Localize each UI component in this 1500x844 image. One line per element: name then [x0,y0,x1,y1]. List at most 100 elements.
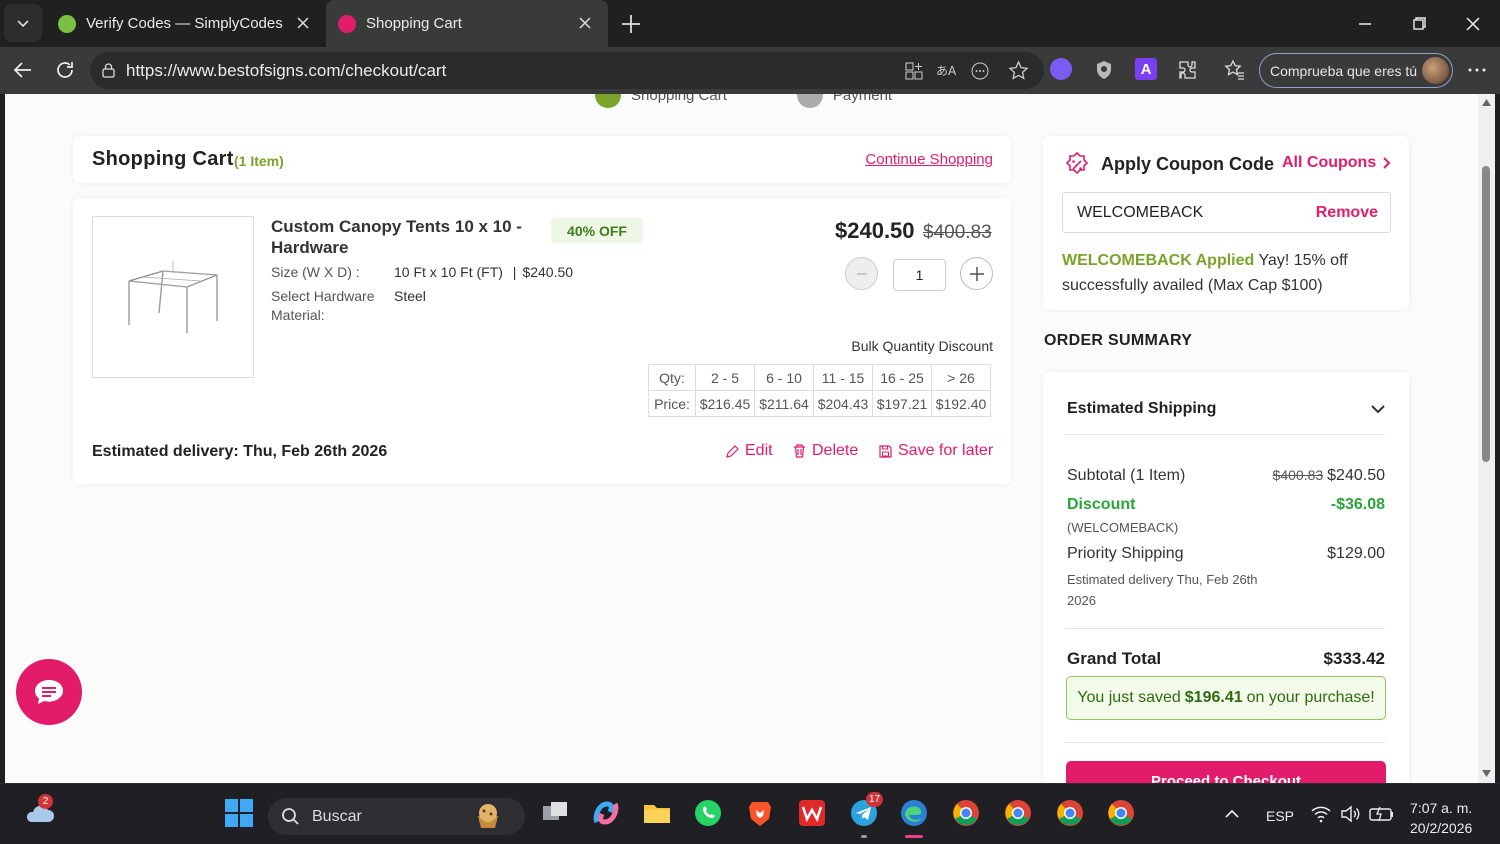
settings-more-icon[interactable] [1465,58,1489,82]
table-cell: 6 - 10 [754,364,814,391]
clock-time: 7:07 a. m. [1410,800,1473,816]
translate-icon[interactable]: あA [936,61,958,81]
product-name[interactable]: Custom Canopy Tents 10 x 10 - Hardware [271,216,531,258]
table-cell: $204.43 [813,390,873,417]
minimize-icon[interactable] [1353,12,1377,36]
show-hidden-icons-chevron-up-icon[interactable] [1222,804,1242,824]
savings-prefix: You just saved [1077,689,1181,706]
back-arrow-icon[interactable] [11,58,35,82]
discount-row: Discount -$36.08 [1067,496,1385,514]
continue-shopping-link[interactable]: Continue Shopping [865,151,993,168]
savings-banner: You just saved $196.41 on your purchase! [1066,676,1386,720]
step-label: Shopping Cart [631,94,727,104]
notification-badge: 2 [38,794,53,809]
site-info-lock-icon[interactable] [100,62,117,79]
all-coupons-link[interactable]: All Coupons [1282,154,1392,172]
chrome-profile-1-button[interactable] [951,798,981,828]
address-bar[interactable]: https://www.bestofsigns.com/checkout/car… [90,52,1044,89]
coupon-code-field[interactable]: WELCOMEBACK Remove [1062,192,1391,233]
tab-actions-menu[interactable] [4,4,42,42]
edit-button[interactable]: Edit [725,442,773,460]
chrome-profile-2-button[interactable] [1003,798,1033,828]
item-price: $240.50 [835,218,915,243]
table-cell: > 26 [931,364,991,391]
chrome-profile-3-button[interactable] [1055,798,1085,828]
restore-icon[interactable] [1407,12,1431,36]
discount-value: -$36.08 [1330,496,1385,513]
tab-title: Verify Codes — SimplyCodes [86,15,283,32]
wifi-icon[interactable] [1310,804,1332,824]
scrollbar-thumb[interactable] [1482,166,1490,462]
chat-icon [35,680,63,704]
remove-coupon-button[interactable]: Remove [1316,204,1378,222]
shield-icon[interactable] [1092,58,1116,82]
spec-hardware: Select Hardware Material: Steel [271,287,426,325]
all-coupons-label: All Coupons [1282,154,1377,171]
tab-simplycodes[interactable]: Verify Codes — SimplyCodes [46,0,326,47]
close-icon[interactable] [576,14,594,32]
battery-icon[interactable] [1369,804,1395,824]
spec-value: Steel [394,288,426,304]
order-summary-panel: Estimated Shipping Subtotal (1 Item) $40… [1043,372,1409,783]
favorite-star-icon[interactable] [1008,60,1029,81]
item-original-price: $400.83 [923,222,992,243]
new-tab-icon[interactable] [618,11,644,37]
step-inactive-icon [796,94,823,108]
task-view-button[interactable] [540,798,570,828]
app-available-icon[interactable] [904,61,924,81]
savings-suffix: on your purchase! [1246,689,1375,706]
search-placeholder: Buscar [312,807,362,825]
delete-button[interactable]: Delete [792,442,858,460]
table-cell: $197.21 [872,390,932,417]
edge-browser-button[interactable] [899,798,929,838]
avatar [1422,57,1449,84]
chrome-profile-4-button[interactable] [1106,798,1136,828]
quantity-decrease-button[interactable] [845,257,878,290]
system-clock[interactable]: 7:07 a. m. 20/2/2026 [1410,798,1472,838]
coupon-badge-icon [1065,151,1089,175]
chat-button[interactable] [16,659,82,725]
profile-button[interactable]: Comprueba que eres tú [1259,53,1453,88]
edge-icon [901,800,927,826]
close-icon[interactable] [294,14,312,32]
brave-browser-button[interactable] [745,798,775,828]
proceed-to-checkout-button[interactable]: Proceed to Checkout [1066,761,1386,783]
step-label: Payment [832,94,893,104]
weather-widget[interactable]: 2 [22,794,56,830]
window-close-icon[interactable] [1461,12,1485,36]
checkout-steps: Shopping Cart Payment [595,94,892,108]
quantity-input[interactable]: 1 [893,259,946,291]
quantity-increase-button[interactable] [960,257,993,290]
priority-shipping-row: Priority Shipping $129.00 [1067,545,1385,563]
start-button[interactable] [224,798,254,828]
plus-icon [969,266,984,281]
wps-office-button[interactable] [797,798,827,828]
extensions-puzzle-icon[interactable] [1176,58,1200,82]
url-text: https://www.bestofsigns.com/checkout/car… [126,60,447,80]
favorites-collection-icon[interactable] [1223,58,1247,82]
reload-icon[interactable] [53,58,77,82]
tab-shopping-cart[interactable]: Shopping Cart [326,0,608,47]
scroll-up-arrow-icon[interactable] [1482,99,1491,106]
estimated-shipping-toggle[interactable]: Estimated Shipping [1067,400,1216,418]
extension-a-icon[interactable]: A [1135,58,1157,80]
bulk-discount-table: Qty: 2 - 5 6 - 10 11 - 15 16 - 25 > 26 P… [648,364,991,417]
copilot-button[interactable] [591,798,621,828]
file-explorer-button[interactable] [642,798,672,828]
product-image[interactable] [92,216,254,378]
trash-icon [794,444,805,458]
copilot-icon [593,801,619,825]
page-scrollbar[interactable] [1478,94,1495,783]
chevron-down-icon[interactable] [1369,400,1387,418]
extension-purple-icon[interactable] [1050,58,1072,80]
input-language-indicator[interactable]: ESP [1266,808,1294,824]
telegram-button[interactable]: 17 [849,792,884,838]
volume-icon[interactable] [1340,804,1362,824]
taskbar-search[interactable]: Buscar [268,798,525,835]
scroll-down-arrow-icon[interactable] [1482,770,1491,777]
save-for-later-button[interactable]: Save for later [878,442,993,460]
coupon-applied-code: WELCOMEBACK Applied [1062,252,1255,269]
more-options-circle-icon[interactable] [970,61,990,81]
priority-shipping-label: Priority Shipping [1067,545,1184,562]
whatsapp-button[interactable] [693,798,723,828]
